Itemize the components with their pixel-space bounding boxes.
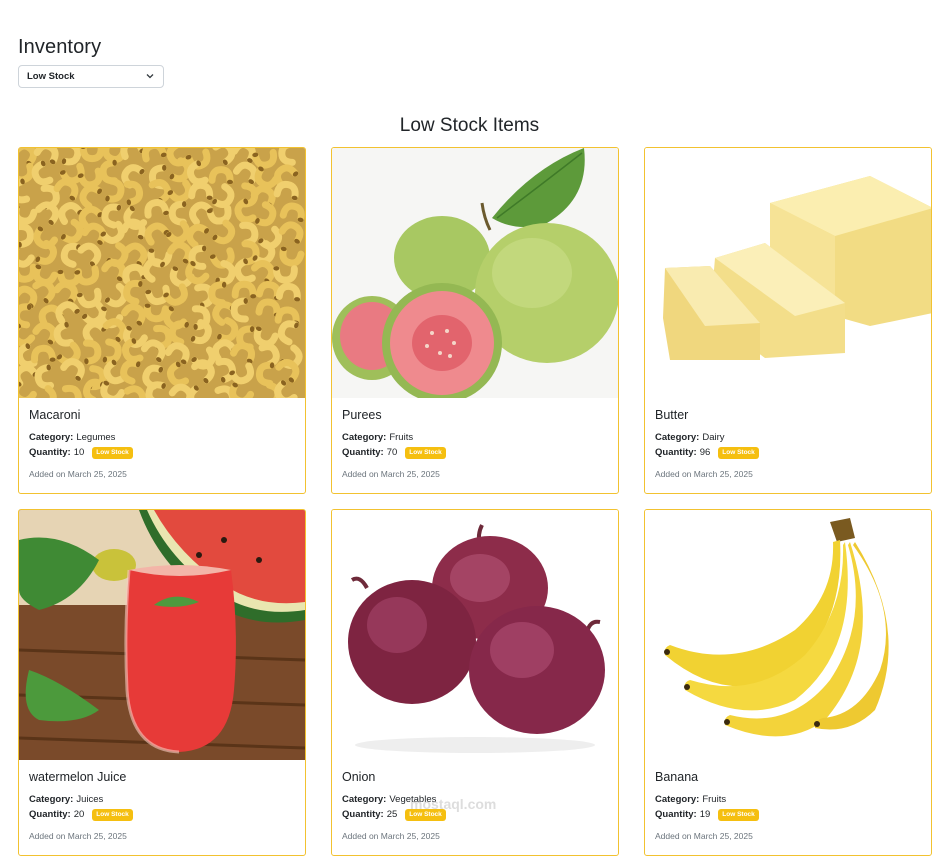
item-quantity: 20 (73, 809, 85, 820)
item-quantity-row: Quantity: 19 Low Stock (655, 807, 923, 822)
category-label: Category: (342, 432, 387, 443)
item-added-date: Added on March 25, 2025 (29, 831, 127, 841)
item-quantity: 25 (386, 809, 398, 820)
item-quantity-row: Quantity: 96 Low Stock (655, 445, 923, 460)
item-category: Fruits (702, 794, 727, 805)
quantity-label: Quantity: (29, 447, 71, 458)
item-quantity-row: Quantity: 70 Low Stock (342, 445, 610, 460)
category-label: Category: (655, 432, 700, 443)
item-card-onion[interactable]: Onion Category: Vegetables Quantity: 25 Low… (331, 509, 619, 856)
item-card-butter[interactable]: Butter Category: Dairy Quantity: 96 Low Sto… (644, 147, 932, 494)
status-badge: Low Stock (718, 808, 759, 821)
item-name: Macaroni (29, 408, 81, 422)
item-card-watermelon-juice[interactable]: watermelon Juice Category: Juices Quantit… (18, 509, 306, 856)
butter-image (645, 148, 931, 398)
stock-filter-select[interactable]: Low Stock (18, 65, 164, 88)
stock-filter-value: Low Stock (27, 71, 75, 82)
item-quantity-row: Quantity: 20 Low Stock (29, 807, 297, 822)
item-name: Banana (655, 770, 699, 784)
section-title: Low Stock Items (399, 115, 540, 136)
quantity-label: Quantity: (342, 809, 384, 820)
status-badge: Low Stock (405, 446, 446, 459)
status-badge: Low Stock (405, 808, 446, 821)
item-added-date: Added on March 25, 2025 (342, 469, 440, 479)
category-label: Category: (342, 794, 387, 805)
inventory-page: Inventory Low Stock Low Stock Items Maca… (0, 0, 939, 860)
quantity-label: Quantity: (655, 447, 697, 458)
item-category-row: Category: Juices (29, 792, 297, 807)
item-added-date: Added on March 25, 2025 (342, 831, 440, 841)
item-quantity-row: Quantity: 10 Low Stock (29, 445, 297, 460)
quantity-label: Quantity: (29, 809, 71, 820)
status-badge: Low Stock (92, 808, 133, 821)
item-category-row: Category: Fruits (342, 430, 610, 445)
item-added-date: Added on March 25, 2025 (655, 469, 753, 479)
item-category-row: Category: Dairy (655, 430, 923, 445)
item-card-macaroni[interactable]: Macaroni Category: Legumes Quantity: 10 Low… (18, 147, 306, 494)
item-quantity: 70 (386, 447, 398, 458)
quantity-label: Quantity: (655, 809, 697, 820)
item-card-banana[interactable]: Banana Category: Fruits Quantity: 19 Low St… (644, 509, 932, 856)
item-category: Legumes (76, 432, 116, 443)
banana-image (645, 510, 931, 760)
item-quantity: 10 (73, 447, 85, 458)
item-quantity-row: Quantity: 25 Low Stock (342, 807, 610, 822)
status-badge: Low Stock (718, 446, 759, 459)
item-category: Vegetables (389, 794, 437, 805)
chevron-down-icon (146, 74, 154, 79)
item-name: Butter (655, 408, 689, 422)
item-category: Dairy (702, 432, 725, 443)
item-category: Juices (76, 794, 104, 805)
item-quantity: 19 (699, 809, 711, 820)
item-added-date: Added on March 25, 2025 (655, 831, 753, 841)
item-category: Fruits (389, 432, 414, 443)
item-name: Onion (342, 770, 376, 784)
onion-image (332, 510, 618, 760)
item-added-date: Added on March 25, 2025 (29, 469, 127, 479)
page-title: Inventory (18, 36, 102, 58)
item-category-row: Category: Vegetables (342, 792, 610, 807)
watermelon-juice-image (19, 510, 305, 760)
category-label: Category: (29, 794, 74, 805)
guava-image (332, 148, 618, 398)
category-label: Category: (29, 432, 74, 443)
quantity-label: Quantity: (342, 447, 384, 458)
item-category-row: Category: Legumes (29, 430, 297, 445)
item-name: Purees (342, 408, 382, 422)
item-category-row: Category: Fruits (655, 792, 923, 807)
item-quantity: 96 (699, 447, 711, 458)
item-card-purees[interactable]: Purees Category: Fruits Quantity: 70 Low St… (331, 147, 619, 494)
item-name: watermelon Juice (29, 770, 127, 784)
macaroni-image (19, 148, 305, 398)
category-label: Category: (655, 794, 700, 805)
status-badge: Low Stock (92, 446, 133, 459)
